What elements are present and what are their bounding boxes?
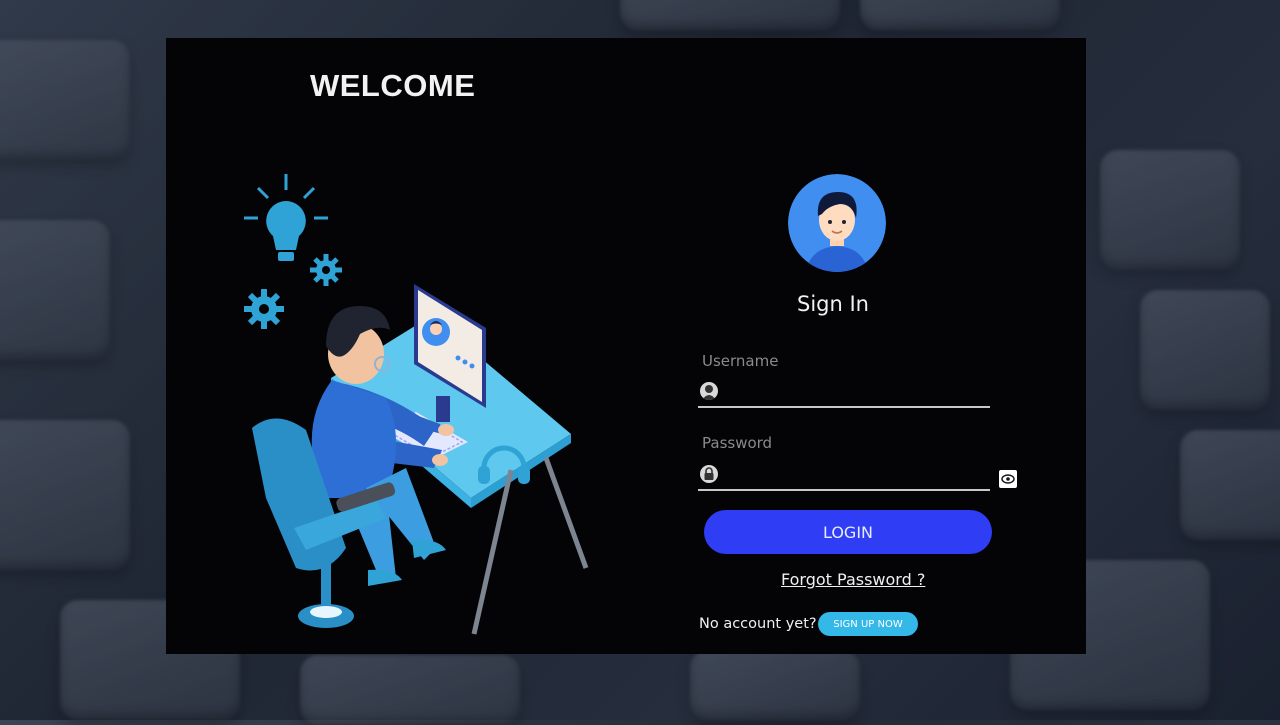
developer-desk-illustration	[244, 174, 589, 635]
no-account-text: No account yet?	[699, 616, 817, 632]
password-input[interactable]	[724, 461, 990, 489]
sign-up-button[interactable]: SIGN UP NOW	[818, 612, 918, 636]
user-avatar-icon	[788, 174, 886, 272]
login-panel: WELCOME Sign In Username Password LOGIN …	[166, 38, 1086, 654]
username-label: Username	[702, 352, 779, 370]
show-password-button[interactable]	[999, 470, 1017, 488]
lock-icon	[700, 465, 718, 483]
username-input[interactable]	[724, 378, 990, 406]
login-button[interactable]: LOGIN	[704, 510, 992, 554]
user-avatar	[788, 174, 886, 272]
sign-in-title: Sign In	[797, 292, 869, 316]
welcome-title: WELCOME	[310, 68, 476, 103]
gear-icon	[244, 289, 284, 329]
user-icon	[700, 382, 718, 400]
lightbulb-icon	[244, 174, 328, 261]
password-label: Password	[702, 434, 773, 452]
gear-icon	[310, 254, 342, 286]
eye-icon	[1001, 474, 1015, 484]
password-field	[698, 461, 990, 491]
username-field	[698, 378, 990, 408]
forgot-password-link[interactable]: Forgot Password ?	[781, 570, 925, 589]
